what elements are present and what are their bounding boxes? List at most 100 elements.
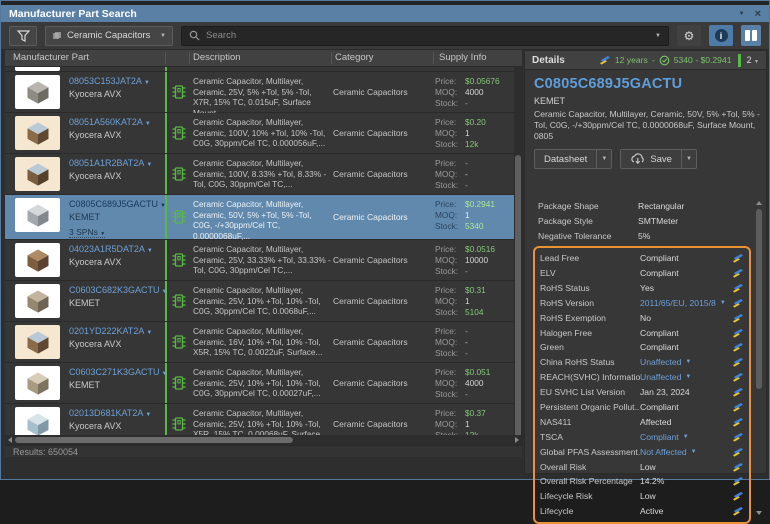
part-number-link[interactable]: 08051A1R2BAT2A▼ [69, 158, 164, 168]
property-row[interactable]: Halogen Free Compliant [535, 325, 747, 340]
property-row[interactable]: RoHS Version 2011/65/EU, 2015/8 ▼ [535, 295, 747, 310]
price-value: $0.20 [465, 117, 486, 127]
table-row[interactable]: C0603C682K3GACTU▼ KEMET [5, 281, 522, 322]
property-row[interactable]: Lifecycle Risk Low [535, 489, 747, 504]
compliance-pencil-icon[interactable] [731, 372, 744, 382]
property-row[interactable]: Package Style SMTMeter [533, 214, 751, 229]
property-row[interactable]: Lifecycle Active [535, 504, 747, 519]
table-horizontal-scrollbar[interactable] [5, 435, 522, 445]
save-dropdown-caret[interactable]: ▼ [681, 150, 696, 168]
search-history-caret-icon[interactable]: ▼ [655, 33, 661, 39]
compliance-pencil-icon[interactable] [731, 283, 744, 293]
compliance-pencil-icon[interactable] [731, 462, 744, 472]
part-number-link[interactable]: 0201YD222KAT2A▼ [69, 326, 164, 336]
table-row[interactable]: C0603C271K3GACTU▼ KEMET [5, 363, 522, 404]
value-dropdown-caret[interactable]: ▼ [685, 359, 691, 365]
property-value: Unaffected ▼ [640, 372, 731, 382]
compliance-pencil-icon[interactable] [731, 491, 744, 501]
property-value: Affected [640, 417, 731, 427]
part-number-link[interactable]: 02013D681KAT2A▼ [69, 408, 164, 418]
table-vertical-scrollbar[interactable] [514, 67, 522, 435]
property-row[interactable]: TSCA Compliant ▼ [535, 429, 747, 444]
details-toggle-button[interactable]: i [709, 25, 733, 46]
category-filter-dropdown[interactable]: Ceramic Capacitors ▼ [45, 26, 173, 46]
table-row[interactable]: 08053C153JAT2A▼ Kyocera AVX [5, 72, 522, 113]
property-row[interactable]: RoHS Exemption No [535, 310, 747, 325]
compliance-pencil-icon[interactable] [731, 432, 744, 442]
table-row[interactable]: C0805C689J5GACTU▼ KEMET 3 SPNs ▼ [5, 195, 522, 240]
compliance-pencil-icon[interactable] [731, 342, 744, 352]
table-row[interactable]: 08051A560KAT2A▼ Kyocera AVX [5, 113, 522, 154]
lifecycle-badge: 12 years [615, 55, 648, 65]
table-row[interactable]: 0201YD222KAT2A▼ Kyocera AVX [5, 322, 522, 363]
col-header-category[interactable]: Category [335, 52, 374, 63]
part-number-link[interactable]: C0805C689J5GACTU▼ [69, 199, 164, 209]
property-row[interactable]: Overall Risk Percentage 14.2% [535, 474, 747, 489]
property-row[interactable]: Persistent Organic Pollut... Compliant [535, 400, 747, 415]
property-row[interactable]: China RoHS Status Unaffected ▼ [535, 355, 747, 370]
scroll-left-icon[interactable] [8, 437, 12, 443]
hscroll-thumb[interactable] [15, 437, 293, 443]
table-row[interactable]: 08051A1R2BAT2A▼ Kyocera AVX [5, 154, 522, 195]
spns-link[interactable]: 3 SPNs ▼ [69, 227, 105, 238]
compliance-pencil-icon[interactable] [731, 253, 744, 263]
col-header-supply-info[interactable]: Supply Info [439, 52, 487, 63]
col-header-manufacturer-part[interactable]: Manufacturer Part [13, 52, 89, 63]
compliance-pencil-icon[interactable] [731, 298, 744, 308]
compliance-pencil-icon[interactable] [731, 402, 744, 412]
scroll-down-icon[interactable] [756, 511, 762, 515]
save-button[interactable]: Save ▼ [620, 149, 697, 169]
search-input[interactable] [206, 30, 649, 41]
property-row[interactable]: NAS411 Affected [535, 414, 747, 429]
sources-count-dropdown[interactable]: 2 ▼ [747, 55, 759, 65]
compliance-pencil-icon[interactable] [731, 313, 744, 323]
value-dropdown-caret[interactable]: ▼ [683, 434, 689, 440]
part-number-link[interactable]: C0603C682K3GACTU▼ [69, 285, 164, 295]
compliance-pencil-icon[interactable] [731, 328, 744, 338]
compliance-pencil-icon[interactable] [731, 268, 744, 278]
property-row[interactable]: Global PFAS Assessment... Not Affected ▼ [535, 444, 747, 459]
part-number-link[interactable]: 04023A1R5DAT2A▼ [69, 244, 164, 254]
property-value: No [640, 313, 731, 323]
property-row[interactable]: RoHS Status Yes [535, 280, 747, 295]
manufacturer-name: Kyocera AVX [69, 130, 164, 140]
details-scrollbar[interactable] [755, 201, 763, 515]
settings-button[interactable]: ⚙ [677, 25, 701, 46]
property-row[interactable]: Package Shape Rectangular [533, 199, 751, 214]
property-row[interactable]: EU SVHC List Version Jan 23, 2024 [535, 385, 747, 400]
scroll-right-icon[interactable] [515, 437, 519, 443]
value-dropdown-caret[interactable]: ▼ [720, 300, 726, 306]
property-row[interactable]: Negative Tolerance 5% [533, 229, 751, 244]
property-row[interactable]: REACH(SVHC) Information Unaffected ▼ [535, 370, 747, 385]
compliance-pencil-icon[interactable] [731, 476, 744, 486]
table-row[interactable]: 04023A1R5DAT2A▼ Kyocera AVX [5, 240, 522, 281]
value-dropdown-caret[interactable]: ▼ [691, 449, 697, 455]
panel-layout-button[interactable] [741, 25, 761, 46]
col-header-description[interactable]: Description [193, 52, 241, 63]
compliance-pencil-icon[interactable] [731, 506, 744, 516]
compliance-pencil-icon[interactable] [731, 447, 744, 457]
datasheet-button[interactable]: Datasheet ▼ [534, 149, 612, 169]
property-row[interactable]: Lead Free Compliant [535, 251, 747, 266]
value-dropdown-caret[interactable]: ▼ [685, 374, 691, 380]
compliance-pencil-icon[interactable] [731, 417, 744, 427]
part-number-link[interactable]: C0603C271K3GACTU▼ [69, 367, 164, 377]
panel-menu-caret-icon[interactable]: ▼ [739, 11, 745, 17]
filter-button[interactable] [9, 26, 37, 46]
compliance-pencil-icon[interactable] [731, 357, 744, 367]
close-icon[interactable]: × [755, 9, 761, 19]
scroll-up-icon[interactable] [756, 201, 762, 205]
compliance-pencil-icon[interactable] [731, 387, 744, 397]
property-row[interactable]: Overall Risk Low [535, 459, 747, 474]
property-row[interactable]: Green Compliant [535, 340, 747, 355]
property-row[interactable]: ELV Compliant [535, 266, 747, 281]
moq-value: 1 [465, 210, 470, 220]
part-number-link[interactable]: 08053C153JAT2A▼ [69, 76, 164, 86]
datasheet-dropdown-caret[interactable]: ▼ [596, 150, 611, 168]
table-row[interactable]: 02013D681KAT2A▼ Kyocera AVX [5, 404, 522, 435]
details-scroll-thumb[interactable] [756, 209, 762, 389]
availability-bar [165, 113, 167, 153]
part-number-link[interactable]: 08051A560KAT2A▼ [69, 117, 164, 127]
capacitor-cube-icon [24, 410, 52, 435]
search-box[interactable]: ▼ [181, 26, 669, 46]
